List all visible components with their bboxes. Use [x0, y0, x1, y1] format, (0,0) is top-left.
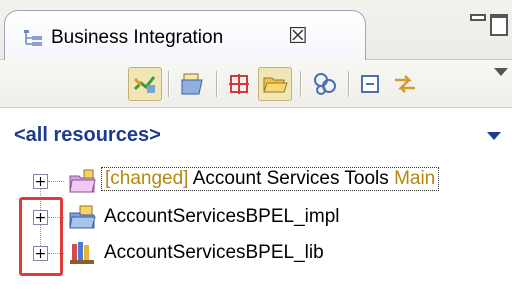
toolbar-separator	[168, 71, 170, 97]
expand-buttons-highlight	[19, 197, 63, 276]
close-icon[interactable]: ☒	[288, 25, 308, 47]
business-integration-icon	[24, 30, 42, 46]
project-name: Account Services Tools	[192, 168, 389, 189]
link-with-editor-icon	[133, 76, 156, 93]
changed-tag: [changed]	[105, 168, 189, 189]
show-dependencies-icon	[314, 73, 336, 95]
sync-icon	[395, 75, 415, 93]
project-icon	[69, 169, 96, 193]
branch-name: Main	[394, 168, 436, 189]
tree-connector	[48, 181, 64, 182]
collapse-all-icon	[361, 75, 379, 93]
sync-button[interactable]	[388, 67, 422, 101]
show-categories-icon	[229, 74, 249, 94]
tree-item-label: AccountServicesBPEL_lib	[104, 242, 324, 263]
view-menu-icon[interactable]	[494, 68, 508, 76]
open-editor-icon	[181, 73, 203, 95]
open-editor-button[interactable]	[176, 67, 210, 101]
show-dependencies-button[interactable]	[308, 67, 342, 101]
show-folders-icon	[263, 77, 288, 93]
view-tab-strip: Business Integration ☒	[0, 0, 512, 62]
view-tab[interactable]: Business Integration ☒	[4, 10, 366, 62]
tree-item-account-services-tools[interactable]: + [changed] Account Services Tools Main	[0, 164, 512, 198]
show-categories-button[interactable]	[222, 67, 256, 101]
library-icon	[70, 242, 94, 264]
chevron-down-icon[interactable]	[487, 132, 501, 140]
resource-filter-label[interactable]: <all resources>	[14, 124, 161, 147]
show-folders-button[interactable]	[258, 67, 292, 101]
link-with-editor-button[interactable]	[128, 67, 162, 101]
toolbar-separator	[300, 71, 302, 97]
tree-item-accountservicesbpel-impl[interactable]: + AccountServicesBPEL_impl	[0, 200, 512, 234]
toolbar-separator	[348, 71, 350, 97]
tree-item-label: [changed] Account Services Tools Main	[101, 167, 440, 191]
module-icon	[69, 205, 96, 229]
minimize-button[interactable]	[470, 14, 486, 21]
tree-item-accountservicesbpel-lib[interactable]: + AccountServicesBPEL_lib	[0, 236, 512, 270]
maximize-button[interactable]	[490, 14, 508, 36]
toolbar-separator	[216, 71, 218, 97]
resource-filter[interactable]: <all resources>	[0, 118, 512, 154]
tree-item-label: AccountServicesBPEL_impl	[104, 206, 340, 227]
view-toolbar	[0, 60, 512, 108]
collapse-all-button[interactable]	[354, 67, 388, 101]
view-title: Business Integration	[51, 27, 224, 48]
expand-icon[interactable]: +	[33, 174, 48, 189]
business-integration-view: Business Integration ☒ <all resources> +…	[0, 0, 512, 302]
